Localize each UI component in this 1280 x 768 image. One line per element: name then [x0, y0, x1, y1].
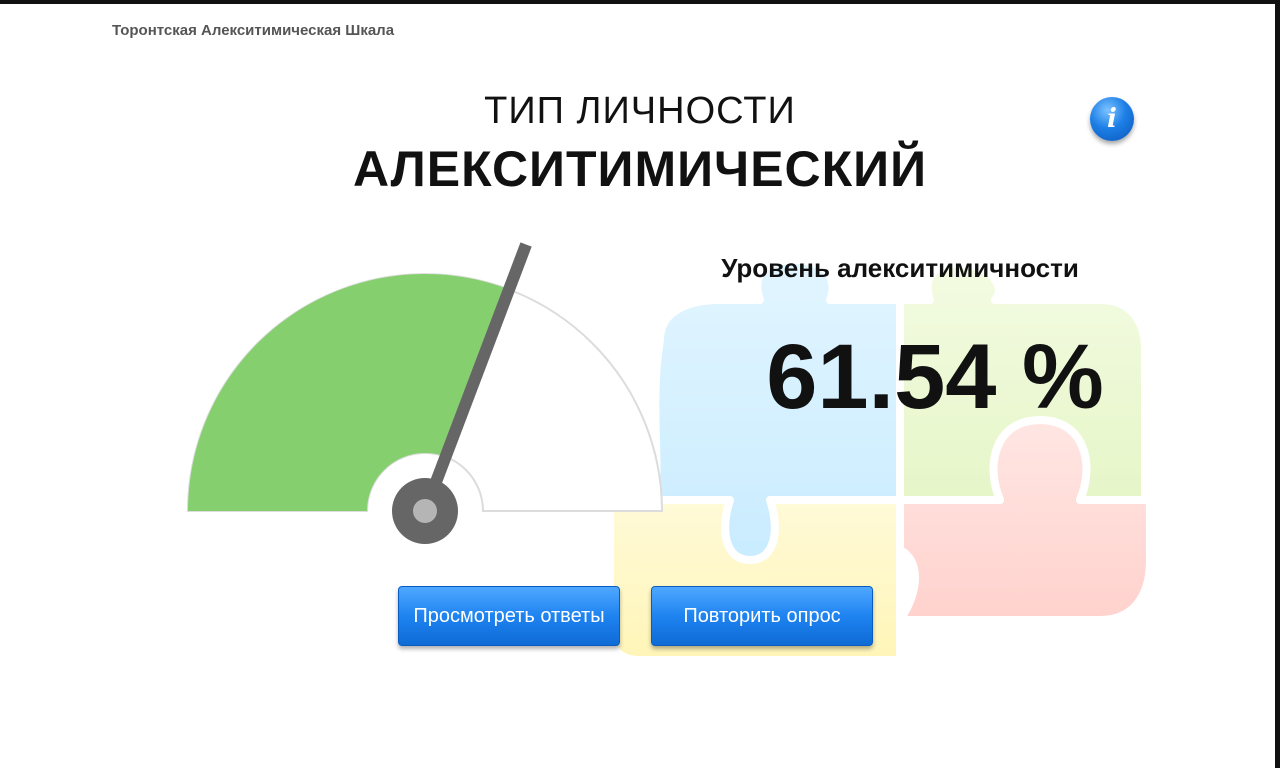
view-answers-button[interactable]: Просмотреть ответы — [398, 586, 620, 646]
level-label: Уровень алекситимичности — [721, 253, 1079, 283]
level-value: 61.54 % — [766, 326, 1104, 428]
window-border-right — [1275, 0, 1280, 768]
alexithymia-gauge — [186, 242, 664, 544]
info-icon[interactable]: i — [1090, 97, 1134, 141]
personality-type-heading: ТИП ЛИЧНОСТИ — [484, 90, 796, 132]
gauge-fill — [188, 274, 510, 511]
gauge-needle-hub-center — [413, 499, 437, 523]
window-border-top — [0, 0, 1280, 4]
retry-survey-button[interactable]: Повторить опрос — [651, 586, 873, 646]
app-title: Торонтская Алекситимическая Шкала — [112, 22, 395, 39]
personality-type-value: АЛЕКСИТИМИЧЕСКИЙ — [352, 141, 928, 197]
